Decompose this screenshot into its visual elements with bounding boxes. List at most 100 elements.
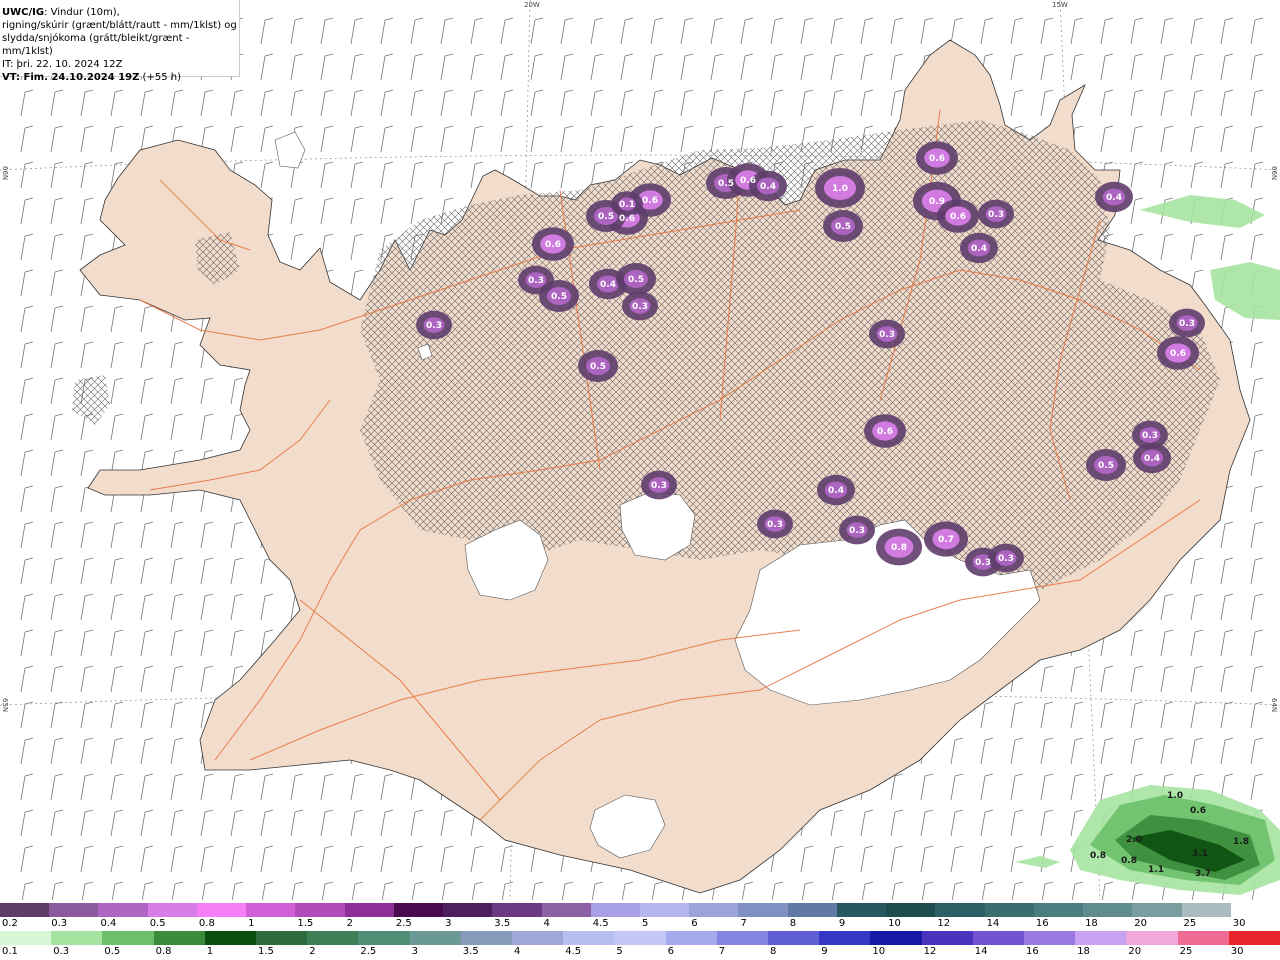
- legend-swatch: [153, 931, 207, 945]
- legend-rain-colorbar: [0, 931, 1280, 945]
- title-line: UWC/IG: Vindur (10m),: [2, 6, 237, 19]
- legend-swatch: [295, 903, 347, 917]
- legend-tick-label: 3: [445, 918, 452, 929]
- legend-rain-labels: 0.1 0.3 0.5 0.8 1 1.5 2 2.5 3 3.5 4 4.5 5 6 7 8 9 10 12 14 1…: [0, 946, 1280, 958]
- snow-value-label: 0.4: [1144, 454, 1160, 464]
- rain-value-label: 0.6: [1190, 806, 1206, 816]
- legend-tick-label: 18: [1077, 946, 1090, 957]
- legend-swatch: [49, 903, 100, 917]
- legend-tick-label: 5: [642, 918, 649, 929]
- snow-value-label: 0.4: [600, 280, 616, 290]
- lat-label-64n-right: 64N: [1270, 698, 1278, 713]
- snow-value-label: 0.3: [975, 558, 991, 568]
- snow-value-label: 0.3: [849, 526, 865, 536]
- legend-swatch: [0, 903, 51, 917]
- snow-value-label: 0.4: [760, 182, 776, 192]
- legend-swatch: [1230, 903, 1280, 917]
- legend-tick-label: 3.5: [462, 946, 479, 957]
- legend-swatch: [307, 931, 360, 945]
- snow-value-label: 0.3: [528, 276, 544, 286]
- snow-value-label: 0.3: [651, 481, 667, 491]
- snow-value-label: 0.6: [642, 196, 658, 206]
- legend-swatch: [147, 903, 199, 917]
- snow-value-label: 0.3: [426, 321, 442, 331]
- rain-value-label: 3.7: [1195, 869, 1211, 879]
- lon-label-20w: 20W: [524, 1, 540, 9]
- rain-value-label: 1.1: [1148, 865, 1164, 875]
- lat-label-65n-left: 65N: [1, 698, 9, 713]
- legend-swatch: [204, 931, 258, 945]
- legend-swatch: [689, 903, 740, 917]
- snow-value-label: 0.3: [767, 520, 783, 530]
- legend-swatch: [1181, 903, 1233, 917]
- snow-value-label: 0.3: [998, 554, 1014, 564]
- legend-tick-label: 1.5: [258, 946, 274, 957]
- snow-value-label: 0.6: [950, 212, 966, 222]
- legend-swatch: [51, 931, 104, 945]
- snow-value-label: 0.5: [598, 212, 614, 222]
- snow-value-label: 0.3: [1142, 431, 1158, 441]
- legend-swatch: [1126, 931, 1180, 945]
- legend-snow-colorbar: [0, 903, 1280, 917]
- legend-tick-label: 3.5: [494, 918, 511, 929]
- legend-swatch: [246, 903, 297, 917]
- legend-tick-label: 0.5: [104, 946, 121, 957]
- snow-value-label: 0.5: [718, 179, 734, 189]
- snow-value-label: 0.8: [891, 543, 907, 553]
- snow-value-label: 0.5: [1098, 461, 1114, 471]
- valid-time: VT: Fim. 24.10.2024 19Z (+55 h): [2, 71, 237, 84]
- legend-swatch: [768, 931, 821, 945]
- legend-tick-label: 4: [514, 946, 521, 957]
- legend-tick-label: 30: [1230, 946, 1244, 957]
- legend-tick-label: 18: [1085, 918, 1098, 929]
- legend-swatch: [935, 903, 987, 917]
- legend-swatch: [393, 903, 445, 917]
- legend-swatch: [1177, 931, 1231, 945]
- legend-tick-label: 4: [543, 918, 550, 929]
- legend-tick-label: 25: [1179, 946, 1193, 957]
- valid-time-main: VT: Fim. 24.10.2024 19Z: [2, 72, 140, 83]
- rain-value-label: 2.0: [1126, 835, 1142, 845]
- legend-swatch: [0, 931, 53, 945]
- legend-swatch: [738, 903, 790, 917]
- legend-tick-label: 0.1: [2, 946, 18, 957]
- legend-swatch: [590, 903, 642, 917]
- legend-tick-label: 1: [206, 946, 214, 957]
- lat-label-66n-left: 66N: [1, 166, 9, 181]
- legend-swatch: [512, 931, 565, 945]
- rain-desc: rigning/skúrir (grænt/blátt/rautt - mm/1…: [2, 20, 237, 31]
- legend-swatch: [460, 931, 514, 945]
- snow-value-label: 0.6: [619, 214, 635, 224]
- legend-tick-label: 10: [888, 918, 901, 929]
- snow-value-label: 0.4: [828, 486, 844, 496]
- legend-swatch: [886, 903, 937, 917]
- legend-swatch: [256, 931, 309, 945]
- snow-value-label: 0.5: [551, 292, 567, 302]
- legend-tick-label: 30: [1232, 918, 1246, 929]
- legend-swatch: [102, 931, 156, 945]
- forecast-info-box: UWC/IG: Vindur (10m), rigning/skúrir (gr…: [0, 0, 240, 83]
- legend-tick-label: 2.5: [395, 918, 412, 929]
- legend-tick-label: 0.3: [51, 918, 68, 929]
- legend-tick-label: 12: [923, 946, 937, 957]
- rain-value-label: 0.8: [1121, 856, 1137, 866]
- valid-time-lead: (+55 h): [139, 72, 181, 83]
- issue-time: IT: þri. 22. 10. 2024 12Z: [2, 59, 123, 70]
- snow-value-label: 0.5: [835, 222, 851, 232]
- legend-swatch: [716, 931, 770, 945]
- legend-tick-label: 5: [616, 946, 623, 957]
- snow-value-label: 0.3: [988, 210, 1004, 220]
- legend-tick-label: 2: [346, 918, 353, 929]
- legend-tick-label: 10: [872, 946, 886, 957]
- forecast-map: 0.6 0.9 0.6 0.3 0.4 1.0 0.5 0.5 0.6 0.4 0.6 0.6 0.5 0…: [0, 0, 1280, 909]
- snow-value-label: 0.5: [590, 362, 606, 372]
- snow-value-label: 0.1: [619, 200, 635, 210]
- rain-value-label: 3.1: [1192, 849, 1208, 859]
- legend-swatch: [1033, 903, 1085, 917]
- snow-value-label: 0.6: [929, 154, 945, 164]
- snow-value-label: 1.0: [832, 184, 848, 194]
- legend-tick-label: 6: [691, 918, 698, 929]
- legend-tick-label: 4.5: [565, 946, 582, 957]
- legend-swatch: [972, 931, 1026, 945]
- legend-tick-label: 4.5: [592, 918, 609, 929]
